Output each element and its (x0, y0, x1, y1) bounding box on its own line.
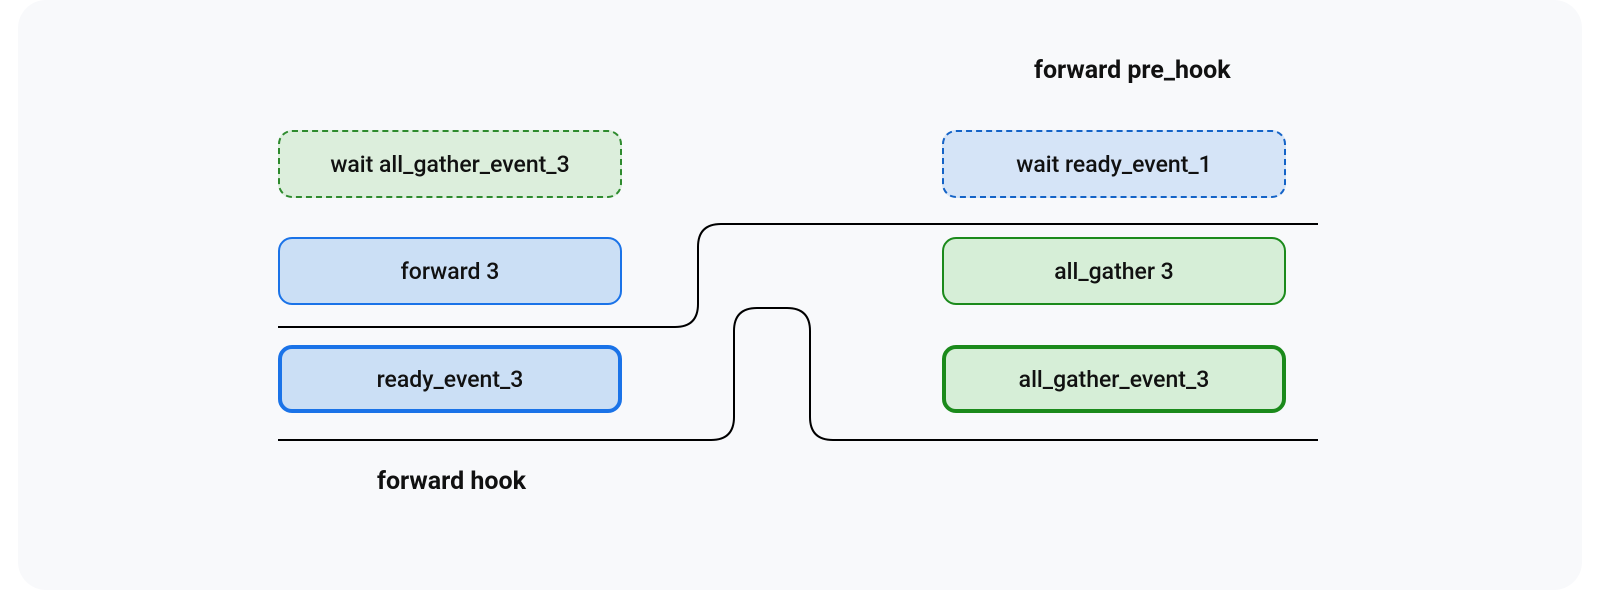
diagram-viewport: wait all_gather_event_3 forward 3 ready_… (0, 0, 1600, 605)
diagram-canvas: wait all_gather_event_3 forward 3 ready_… (18, 0, 1582, 590)
right-allgather-event-box: all_gather_event_3 (942, 345, 1286, 413)
connectors-svg (18, 0, 1582, 590)
left-hook-label: forward hook (377, 467, 526, 496)
left-forward-box: forward 3 (278, 237, 622, 305)
left-wait-box: wait all_gather_event_3 (278, 130, 622, 198)
left-ready-event-box: ready_event_3 (278, 345, 622, 413)
right-prehook-label: forward pre_hook (1034, 56, 1231, 85)
right-allgather-box: all_gather 3 (942, 237, 1286, 305)
right-wait-box: wait ready_event_1 (942, 130, 1286, 198)
